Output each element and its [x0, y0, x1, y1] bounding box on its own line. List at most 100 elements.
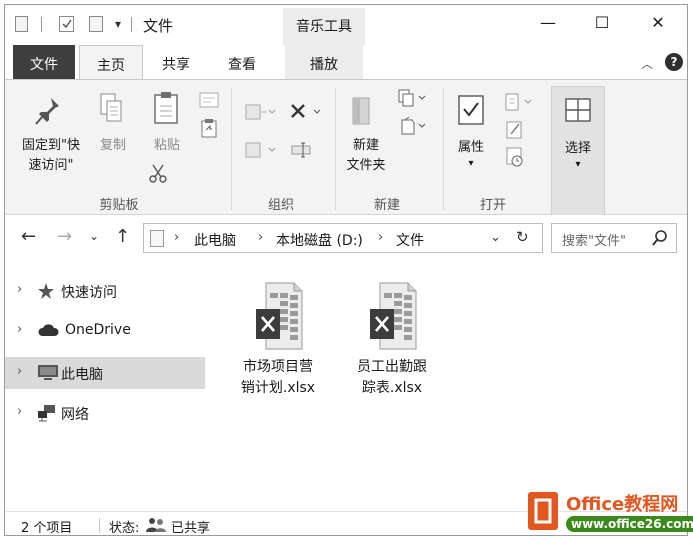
- expand-chevron-icon[interactable]: ›: [17, 404, 22, 419]
- file-name-line1: 员工出勤跟: [357, 359, 427, 375]
- breadcrumb-this-pc[interactable]: 此电脑: [194, 230, 236, 250]
- nav-item-network[interactable]: › 网络: [5, 397, 205, 429]
- delete-icon[interactable]: [289, 102, 323, 122]
- network-icon: [38, 405, 55, 422]
- shared-label: 已共享: [171, 521, 211, 536]
- breadcrumb-separator[interactable]: ›: [258, 230, 263, 245]
- window-title: 文件: [143, 17, 174, 35]
- breadcrumb-separator[interactable]: ›: [378, 230, 383, 245]
- recent-locations-button[interactable]: ⌄: [89, 229, 99, 243]
- state-label: 状态:: [109, 521, 140, 536]
- nav-label: 此电脑: [61, 367, 103, 383]
- quick-access-properties-icon[interactable]: [15, 16, 28, 32]
- office-logo-icon: [528, 492, 558, 530]
- expand-chevron-icon[interactable]: ›: [17, 282, 22, 297]
- context-tab-music-tools: 音乐工具: [283, 8, 365, 45]
- organize-group-label: 组织: [267, 198, 294, 213]
- pin-label-line2: 速访问": [28, 158, 74, 173]
- tab-share[interactable]: 共享: [145, 45, 207, 79]
- open-group-label: 打开: [479, 198, 506, 213]
- copy-path-icon[interactable]: [199, 92, 219, 108]
- search-input[interactable]: 搜索"文件": [551, 223, 677, 253]
- select-grid-icon: [565, 98, 591, 122]
- rename-icon[interactable]: [291, 142, 315, 158]
- clipboard-group-label: 剪贴板: [99, 198, 139, 213]
- title-separator: [131, 17, 132, 32]
- status-separator: [99, 518, 100, 533]
- new-group-label: 新建: [373, 198, 400, 213]
- excel-file-icon: [370, 282, 417, 350]
- file-item[interactable]: 市场项目营 销计划.xlsx: [223, 275, 333, 405]
- back-button[interactable]: ←: [21, 226, 36, 247]
- navigation-pane: › 快速访问 › OneDrive › 此电脑 › 网络: [5, 261, 209, 511]
- cloud-icon: [38, 324, 59, 336]
- edit-icon[interactable]: [505, 120, 525, 140]
- ribbon-tabs: 文件 主页 共享 查看 播放 ︿ ?: [5, 45, 687, 79]
- address-dropdown-icon[interactable]: ⌄: [490, 230, 501, 245]
- maximize-button[interactable]: ☐: [587, 13, 617, 37]
- nav-item-onedrive[interactable]: › OneDrive: [5, 315, 205, 347]
- copy-to-icon[interactable]: [245, 140, 275, 160]
- nav-item-this-pc[interactable]: › 此电脑: [5, 357, 205, 389]
- paste-icon: [154, 92, 178, 124]
- forward-button[interactable]: →: [57, 226, 72, 247]
- easy-access-icon[interactable]: [399, 116, 429, 138]
- expand-chevron-icon[interactable]: ›: [17, 322, 22, 337]
- select-button[interactable]: 选择 ▾: [551, 86, 605, 216]
- quick-access-check-icon[interactable]: [59, 16, 74, 32]
- file-name-line2: 销计划.xlsx: [240, 380, 316, 396]
- quick-access-dropdown-icon[interactable]: ▾: [115, 17, 121, 35]
- paste-label: 粘贴: [153, 138, 180, 153]
- file-name: 市场项目营 销计划.xlsx: [223, 357, 333, 399]
- tab-play[interactable]: 播放: [285, 45, 363, 79]
- title-bar: ▾ 文件 音乐工具 — ☐ ✕: [5, 5, 687, 45]
- tab-home[interactable]: 主页: [79, 45, 143, 79]
- shared-users-icon: [146, 518, 166, 532]
- ribbon-separator: [335, 88, 336, 210]
- file-name-line2: 踪表.xlsx: [361, 380, 423, 396]
- tab-file[interactable]: 文件: [13, 45, 75, 79]
- search-icon[interactable]: [652, 229, 668, 247]
- star-pin-icon: [38, 283, 54, 299]
- breadcrumb-local-disk[interactable]: 本地磁盘 (D:): [276, 230, 363, 250]
- help-icon[interactable]: ?: [665, 53, 683, 71]
- ribbon-separator: [231, 88, 232, 210]
- nav-label: 网络: [61, 407, 89, 423]
- cut-icon[interactable]: [149, 164, 167, 184]
- close-button[interactable]: ✕: [643, 13, 673, 37]
- properties-dropdown-icon[interactable]: ▾: [461, 154, 481, 174]
- address-bar[interactable]: › 此电脑 › 本地磁盘 (D:) › 文件 ⌄ ↻: [143, 223, 543, 253]
- quick-access-separator: [41, 17, 42, 32]
- file-item[interactable]: 员工出勤跟 踪表.xlsx: [337, 275, 447, 405]
- new-folder-icon: [352, 97, 370, 125]
- excel-file-icon: [256, 282, 303, 350]
- tab-view[interactable]: 查看: [211, 45, 273, 79]
- file-name: 员工出勤跟 踪表.xlsx: [337, 357, 447, 399]
- paste-shortcut-icon[interactable]: [201, 118, 217, 138]
- nav-label: OneDrive: [65, 322, 131, 338]
- nav-item-quick-access[interactable]: › 快速访问: [5, 275, 205, 307]
- explorer-window: ▾ 文件 音乐工具 — ☐ ✕ 文件 主页 共享 查看 播放 ︿ ? 固定到"快…: [4, 4, 688, 536]
- ribbon-separator: [443, 88, 444, 210]
- new-folder-label-line2: 文件夹: [346, 158, 386, 173]
- up-button[interactable]: ↑: [115, 226, 130, 247]
- select-dropdown-icon: ▾: [575, 159, 581, 170]
- new-folder-label-line1: 新建: [352, 138, 379, 153]
- breadcrumb-separator[interactable]: ›: [174, 230, 179, 245]
- breadcrumb-folder[interactable]: 文件: [396, 230, 424, 250]
- copy-label: 复制: [99, 138, 126, 153]
- pin-icon: [35, 98, 59, 125]
- move-to-icon[interactable]: [245, 102, 275, 122]
- open-icon[interactable]: [503, 92, 537, 112]
- expand-chevron-icon[interactable]: ›: [17, 364, 22, 379]
- history-icon[interactable]: [505, 146, 525, 168]
- watermark-logo: Office教程网 www.office26.com: [526, 488, 693, 540]
- nav-label: 快速访问: [61, 285, 117, 301]
- quick-access-folder-icon[interactable]: [89, 16, 103, 32]
- copy-icon: [100, 93, 122, 122]
- new-item-icon[interactable]: [397, 88, 427, 110]
- collapse-ribbon-icon[interactable]: ︿: [641, 55, 653, 72]
- this-pc-icon: [150, 230, 164, 247]
- minimize-button[interactable]: —: [533, 13, 563, 37]
- refresh-icon[interactable]: ↻: [516, 228, 529, 246]
